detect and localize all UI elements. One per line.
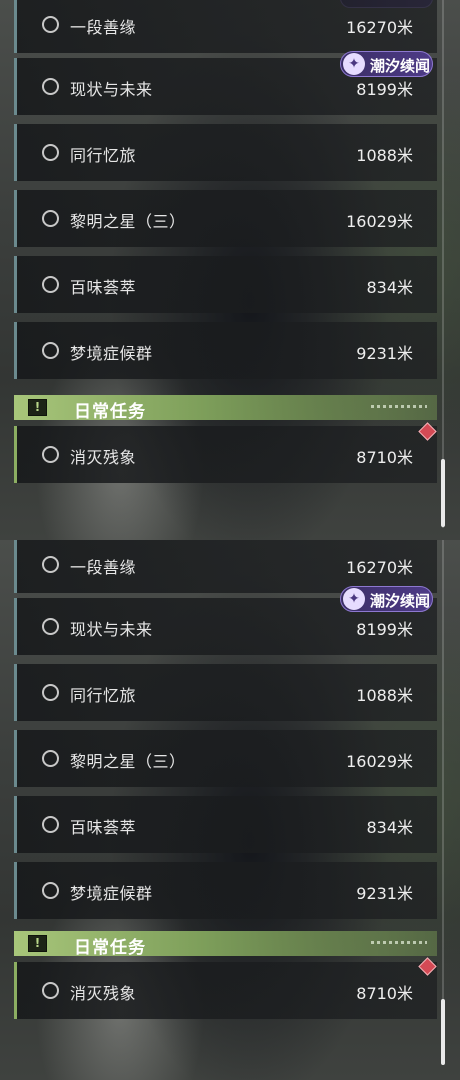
quest-row[interactable]: 一段善缘 16270米 <box>14 0 437 53</box>
radio-icon[interactable] <box>42 816 59 833</box>
section-decoration <box>371 405 427 408</box>
daily-section-header[interactable]: ! 日常任务 <box>14 931 437 958</box>
quest-distance: 16270米 <box>346 558 413 577</box>
quest-name: 消灭残象 <box>70 448 137 467</box>
quest-name: 一段善缘 <box>70 18 137 37</box>
radio-icon[interactable] <box>42 276 59 293</box>
quest-name: 百味荟萃 <box>70 278 137 297</box>
quest-row[interactable]: 同行忆旅 1088米 <box>14 124 437 181</box>
quest-row[interactable]: 梦境症候群 9231米 <box>14 862 437 919</box>
radio-icon[interactable] <box>42 78 59 95</box>
quest-panel-top: 一段善缘 16270米 现状与未来 8199米 ✦ 潮汐续闻 同行忆旅 1088… <box>0 0 460 540</box>
radio-icon[interactable] <box>42 684 59 701</box>
section-decoration <box>371 941 427 944</box>
radio-icon[interactable] <box>42 16 59 33</box>
quest-distance: 1088米 <box>356 146 413 165</box>
tidal-feather-icon: ✦ <box>343 588 365 610</box>
quest-distance: 834米 <box>366 278 413 297</box>
quest-name: 黎明之星（三） <box>70 212 186 231</box>
quest-name: 同行忆旅 <box>70 686 137 705</box>
quest-row[interactable]: 黎明之星（三） 16029米 <box>14 730 437 787</box>
scrollbar-thumb[interactable] <box>441 999 445 1065</box>
scrollbar-track[interactable] <box>442 540 444 1065</box>
quest-name: 梦境症候群 <box>70 884 153 903</box>
quest-distance: 16029米 <box>346 212 413 231</box>
quest-row[interactable]: 百味荟萃 834米 <box>14 256 437 313</box>
radio-icon[interactable] <box>42 342 59 359</box>
quest-name: 一段善缘 <box>70 558 137 577</box>
quest-distance: 1088米 <box>356 686 413 705</box>
radio-icon[interactable] <box>42 982 59 999</box>
tidal-feather-icon: ✦ <box>343 53 365 75</box>
tidal-tag: ✦ 潮汐续闻 <box>340 51 433 77</box>
radio-icon[interactable] <box>42 144 59 161</box>
radio-icon[interactable] <box>42 882 59 899</box>
section-title: 日常任务 <box>74 402 146 422</box>
quest-row[interactable]: 同行忆旅 1088米 <box>14 664 437 721</box>
quest-distance: 8710米 <box>356 448 413 467</box>
quest-row[interactable]: 黎明之星（三） 16029米 <box>14 190 437 247</box>
quest-name: 梦境症候群 <box>70 344 153 363</box>
exclamation-icon: ! <box>28 935 47 952</box>
daily-quest-row[interactable]: 消灭残象 8710米 <box>14 962 437 1019</box>
quest-name: 同行忆旅 <box>70 146 137 165</box>
quest-distance: 834米 <box>366 818 413 837</box>
quest-distance: 16029米 <box>346 752 413 771</box>
quest-name: 消灭残象 <box>70 984 137 1003</box>
section-title: 日常任务 <box>74 938 146 958</box>
tag-label: 潮汐续闻 <box>370 57 431 75</box>
radio-icon[interactable] <box>42 446 59 463</box>
tidal-tag: ✦ 潮汐续闻 <box>340 586 433 612</box>
quest-distance: 8710米 <box>356 984 413 1003</box>
quest-distance: 9231米 <box>356 884 413 903</box>
quest-row[interactable]: 百味荟萃 834米 <box>14 796 437 853</box>
daily-section-header[interactable]: ! 日常任务 <box>14 395 437 422</box>
quest-row[interactable]: 梦境症候群 9231米 <box>14 322 437 379</box>
radio-icon[interactable] <box>42 750 59 767</box>
scrollbar-track[interactable] <box>442 0 444 528</box>
radio-icon[interactable] <box>42 556 59 573</box>
quest-name: 百味荟萃 <box>70 818 137 837</box>
scrollbar-thumb[interactable] <box>441 459 445 527</box>
tag-label: 潮汐续闻 <box>370 592 431 610</box>
radio-icon[interactable] <box>42 618 59 635</box>
quest-panel-bottom: 一段善缘 16270米 现状与未来 8199米 ✦ 潮汐续闻 同行忆旅 1088… <box>0 540 460 1080</box>
exclamation-icon: ! <box>28 399 47 416</box>
quest-distance: 9231米 <box>356 344 413 363</box>
radio-icon[interactable] <box>42 210 59 227</box>
quest-name: 现状与未来 <box>70 620 153 639</box>
quest-distance: 8199米 <box>356 80 413 99</box>
quest-name: 黎明之星（三） <box>70 752 186 771</box>
quest-name: 现状与未来 <box>70 80 153 99</box>
quest-distance: 8199米 <box>356 620 413 639</box>
daily-quest-row[interactable]: 消灭残象 8710米 <box>14 426 437 483</box>
quest-distance: 16270米 <box>346 18 413 37</box>
